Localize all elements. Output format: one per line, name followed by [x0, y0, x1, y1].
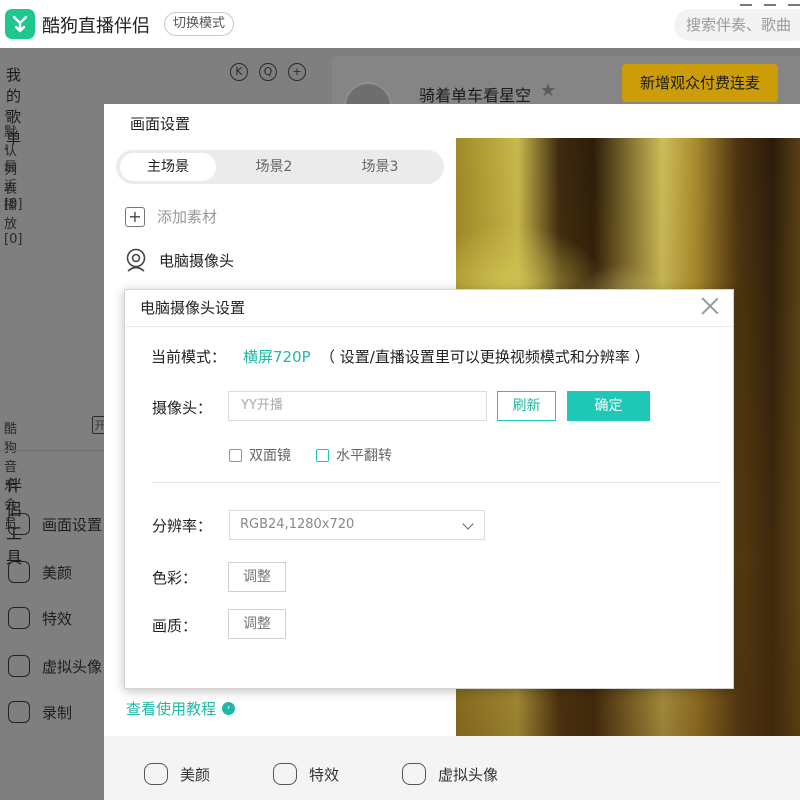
tab-scene-3[interactable]: 场景3	[332, 153, 428, 181]
bottom-tool-label: 虚拟头像	[438, 765, 499, 784]
chevron-down-icon	[462, 518, 474, 530]
bottom-tool-label: 特效	[309, 765, 340, 784]
effects-icon	[273, 763, 297, 785]
virtual-avatar-icon	[8, 655, 30, 677]
divider	[0, 450, 104, 451]
star-icon[interactable]: ★	[540, 80, 556, 101]
current-mode-label: 当前模式：	[151, 348, 227, 366]
checkbox-icon	[229, 448, 242, 462]
window-controls	[740, 0, 800, 10]
checkbox-icon	[316, 448, 329, 462]
flip-label: 水平翻转	[336, 448, 392, 464]
top-bar: 酷狗直播伴侣 切换模式 搜索伴奏、歌曲	[0, 0, 800, 48]
divider	[152, 482, 720, 483]
bottom-tool-beauty[interactable]: 美颜	[144, 763, 210, 785]
camera-label: 摄像头：	[152, 399, 213, 417]
divider	[125, 326, 733, 327]
tab-scene-2[interactable]: 场景2	[226, 153, 322, 181]
record-icon	[8, 701, 30, 723]
minimize-icon[interactable]	[740, 4, 752, 6]
camera-source-label: 电脑摄像头	[159, 251, 235, 270]
camera-source-item[interactable]: 电脑摄像头	[123, 247, 234, 273]
resolution-label: 分辨率：	[152, 517, 213, 535]
switch-mode-button[interactable]: 切换模式	[164, 12, 235, 36]
scene-panel-title: 画面设置	[130, 115, 191, 133]
sidebar-actions: K Q +	[230, 63, 306, 81]
screen-settings-icon	[8, 513, 30, 535]
quality-adjust-button[interactable]: 调整	[228, 609, 286, 639]
flip-checkbox[interactable]: 水平翻转	[316, 445, 392, 465]
chevron-right-icon: ›	[4, 141, 10, 156]
scene-tabs: 主场景 场景2 场景3	[116, 150, 444, 184]
add-material-label: 添加素材	[157, 208, 218, 226]
tool-label: 特效	[42, 609, 73, 628]
plus-icon: +	[125, 206, 145, 227]
camera-select-input[interactable]: YY开播	[228, 391, 487, 421]
k-icon[interactable]: K	[230, 63, 248, 81]
tool-label: 虚拟头像	[42, 657, 103, 676]
close-icon[interactable]	[700, 296, 720, 316]
search-input[interactable]: 搜索伴奏、歌曲	[674, 9, 800, 41]
playlist-item-recent[interactable]: › 最近播放 [0]	[4, 141, 22, 247]
effects-icon	[8, 607, 30, 629]
host-name: 骑着单车看星空	[419, 86, 532, 105]
confirm-button[interactable]: 确定	[567, 391, 650, 421]
add-icon[interactable]: +	[288, 63, 306, 81]
color-adjust-button[interactable]: 调整	[228, 562, 286, 592]
color-label: 色彩：	[152, 569, 198, 587]
tab-main-scene[interactable]: 主场景	[120, 153, 216, 181]
beauty-icon	[144, 763, 168, 785]
paid-linkmic-button[interactable]: 新增观众付费连麦	[622, 64, 778, 102]
kugou-music-logo-icon	[5, 9, 35, 39]
chevron-right-icon: ›	[4, 106, 10, 121]
mirror-label: 双面镜	[249, 448, 291, 464]
tool-record[interactable]: 录制	[8, 700, 72, 724]
playlist-label: 最近播放 [0]	[4, 160, 23, 247]
current-mode-value: 横屏720P	[243, 348, 311, 366]
webcam-icon	[126, 248, 146, 272]
tool-beauty[interactable]: 美颜	[8, 560, 72, 584]
tool-virtual-avatar[interactable]: 虚拟头像	[8, 654, 102, 678]
virtual-avatar-icon	[402, 763, 426, 785]
add-material-button[interactable]: + 添加素材	[125, 206, 217, 227]
tool-screen-settings[interactable]: 画面设置	[8, 512, 102, 536]
bottom-tool-virtual-avatar[interactable]: 虚拟头像	[402, 763, 498, 785]
bottom-tool-effects[interactable]: 特效	[273, 763, 339, 785]
tutorial-link[interactable]: 查看使用教程 ›	[126, 698, 236, 719]
app-title: 酷狗直播伴侣	[42, 16, 150, 37]
tutorial-link-label: 查看使用教程	[126, 700, 217, 718]
dialog-title: 电脑摄像头设置	[140, 299, 246, 317]
mirror-checkbox[interactable]: 双面镜	[229, 445, 291, 465]
quality-label: 画质：	[152, 617, 198, 635]
resolution-select[interactable]: RGB24,1280x720	[229, 510, 485, 540]
close-icon[interactable]	[788, 4, 800, 6]
refresh-button[interactable]: 刷新	[497, 391, 556, 421]
resolution-value: RGB24,1280x720	[240, 517, 355, 532]
tool-label: 美颜	[42, 563, 73, 582]
tool-label: 画面设置	[42, 515, 103, 534]
mode-hint: （ 设置/直播设置里可以更换视频模式和分辨率 ）	[320, 348, 650, 366]
arrow-right-icon: ›	[222, 702, 236, 715]
tool-label: 录制	[42, 703, 73, 722]
maximize-icon[interactable]	[764, 4, 776, 6]
bottom-tool-label: 美颜	[180, 765, 211, 784]
beauty-icon	[8, 561, 30, 583]
q-icon[interactable]: Q	[259, 63, 277, 81]
tool-effects[interactable]: 特效	[8, 606, 72, 630]
